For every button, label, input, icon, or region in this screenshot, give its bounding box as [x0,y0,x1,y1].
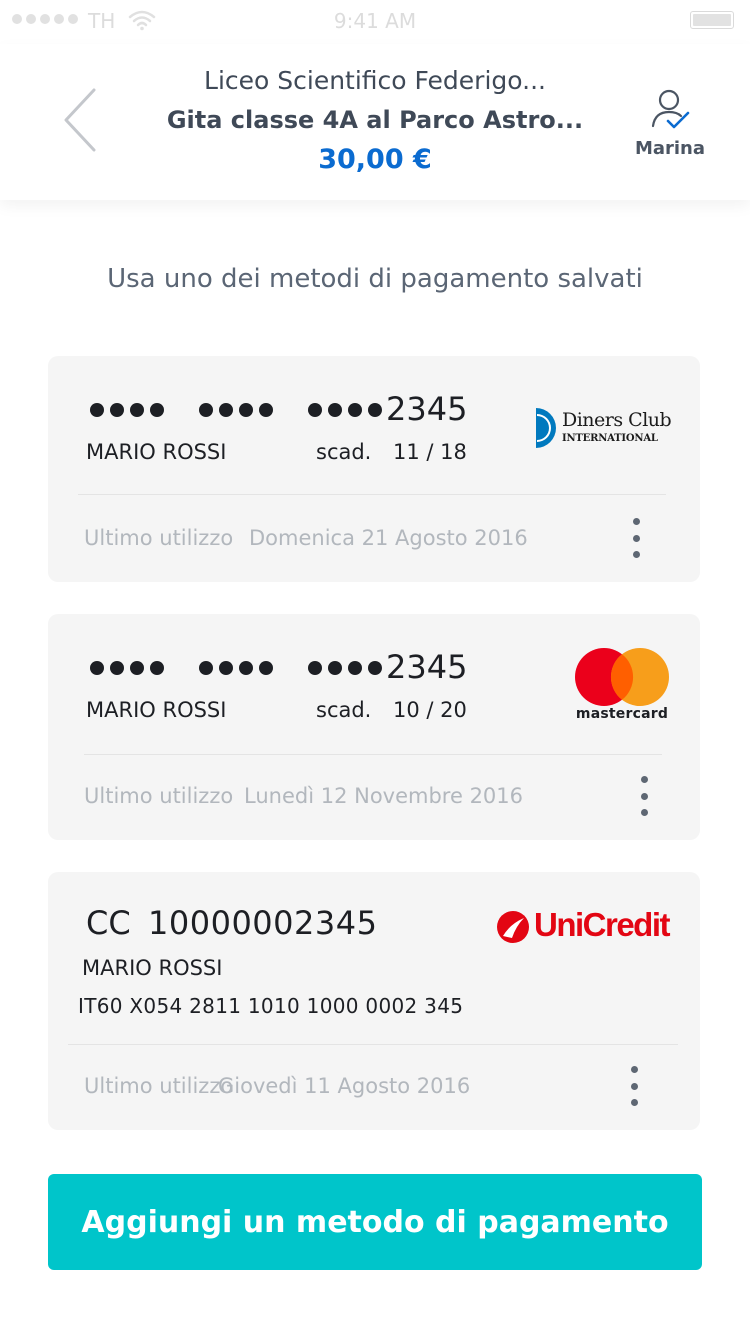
expiry-label: scad. [316,440,372,464]
saved-bank-account-unicredit[interactable]: CC 10000002345 MARIO ROSSI IT60 X054 281… [48,872,700,1130]
mastercard-icon [575,648,669,706]
last-used-date: Domenica 21 Agosto 2016 [249,526,528,550]
user-profile-button[interactable]: Marina [630,88,710,159]
checkout-header: Liceo Scientifico Federigo... Gita class… [0,44,750,200]
last-used-date: Lunedì 12 Novembre 2016 [244,784,524,808]
masked-card-number [90,661,382,675]
unicredit-icon [497,911,529,943]
card-expiry: 10 / 20 [393,698,467,722]
card-divider [84,754,662,755]
battery-icon [690,11,734,29]
card-last4: 2345 [386,390,468,428]
payment-amount: 30,00 € [318,144,432,175]
card-holder: MARIO ROSSI [86,440,227,464]
status-time: 9:41 AM [333,9,417,33]
section-title: Usa uno dei metodi di pagamento salvati [107,264,643,294]
masked-card-number [90,403,382,417]
card-divider [68,1044,678,1045]
card-holder: MARIO ROSSI [86,698,227,722]
more-options-icon[interactable] [624,1066,644,1106]
school-name: Liceo Scientifico Federigo... [204,66,546,95]
card-divider [78,494,666,495]
account-type: CC [86,904,131,942]
diners-club-icon [536,408,556,448]
user-name: Marina [634,138,706,159]
card-last4: 2345 [386,648,468,686]
expiry-label: scad. [316,698,372,722]
unicredit-logo: UniCredit [496,906,676,948]
more-options-icon[interactable] [634,776,654,816]
saved-card-mastercard[interactable]: 2345 MARIO ROSSI scad. 10 / 20 mastercar… [48,614,700,840]
last-used-label: Ultimo utilizzo [84,526,234,550]
last-used-label: Ultimo utilizzo [84,1074,234,1098]
trip-title: Gita classe 4A al Parco Astro... [166,106,584,134]
diners-club-logo: Diners Club INTERNATIONAL [534,406,672,450]
account-number: 10000002345 [148,904,378,942]
more-options-icon[interactable] [626,518,646,558]
user-check-icon [651,89,690,129]
last-used-label: Ultimo utilizzo [84,784,234,808]
back-chevron-icon[interactable] [62,88,98,152]
saved-card-diners[interactable]: 2345 MARIO ROSSI scad. 11 / 18 Diners Cl… [48,356,700,582]
account-holder: MARIO ROSSI [82,956,223,980]
mastercard-logo: mastercard [574,648,670,726]
last-used-date: Giovedì 11 Agosto 2016 [218,1074,471,1098]
card-expiry: 11 / 18 [393,440,467,464]
add-payment-method-button[interactable]: Aggiungi un metodo di pagamento [48,1174,702,1270]
account-iban: IT60 X054 2811 1010 1000 0002 345 [78,994,464,1018]
status-bar: TH 9:41 AM [0,0,750,44]
